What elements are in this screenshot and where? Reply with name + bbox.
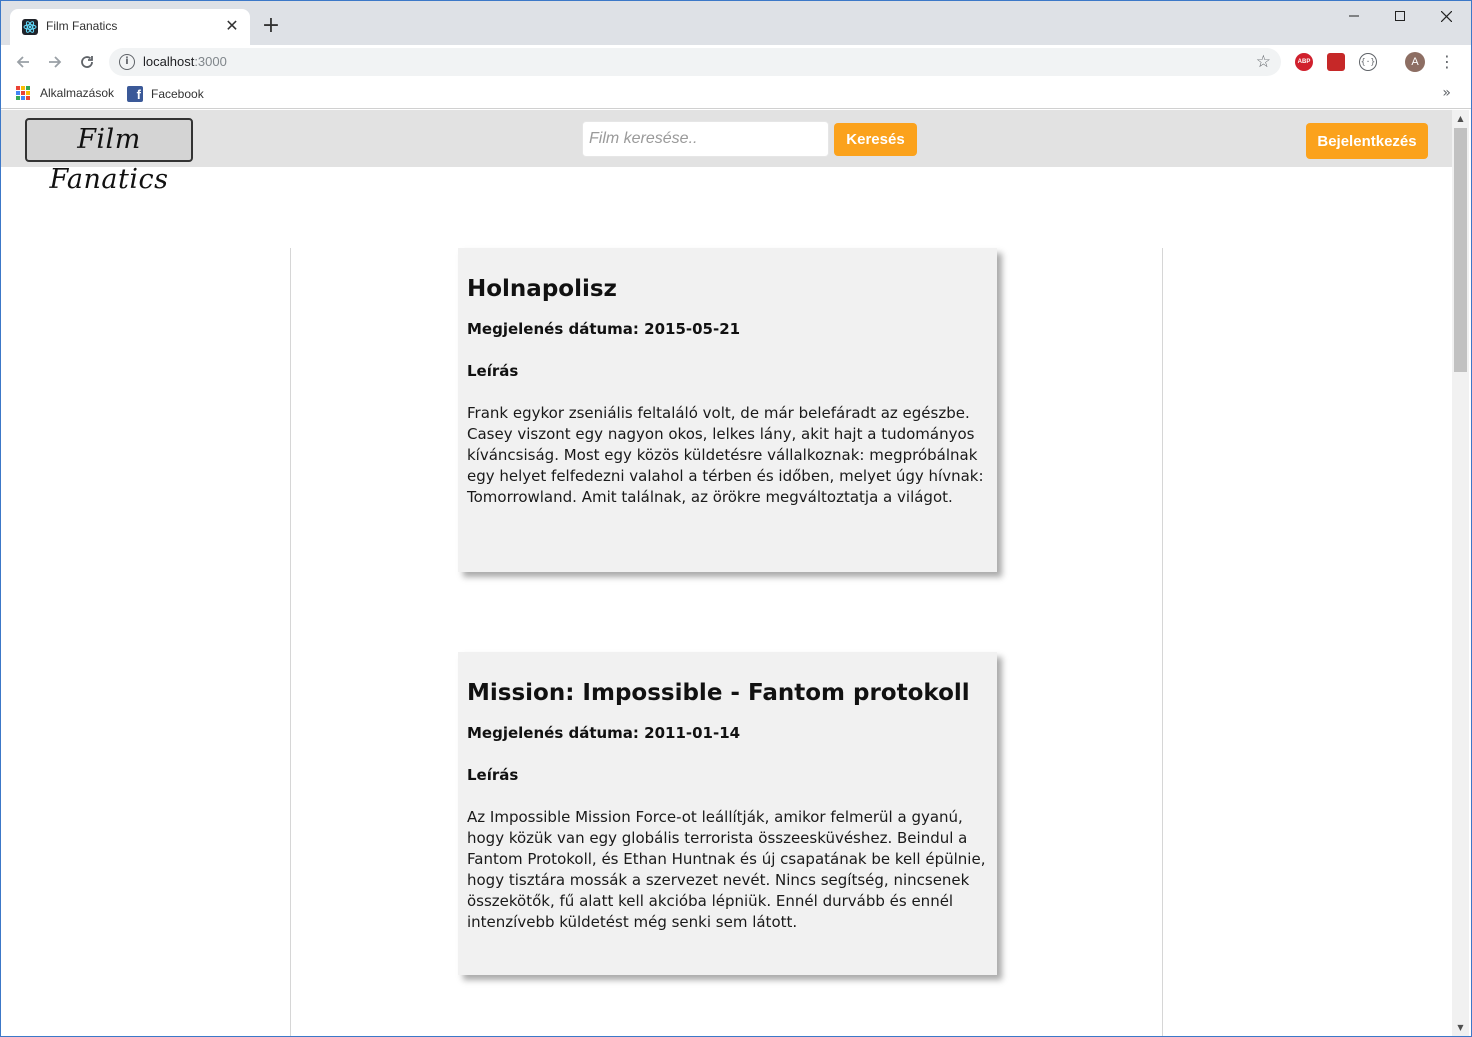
- url-host: localhost: [143, 54, 195, 69]
- bookmark-facebook[interactable]: f Facebook: [127, 86, 204, 102]
- movie-title: Mission: Impossible - Fantom protokoll: [467, 680, 970, 706]
- release-date: Megjelenés dátuma: 2011-01-14: [467, 724, 741, 742]
- back-arrow-icon[interactable]: [11, 50, 35, 74]
- extension-icon[interactable]: [1327, 53, 1345, 71]
- tab-title: Film Fanatics: [46, 19, 118, 33]
- tab-film-fanatics[interactable]: Film Fanatics ✕: [10, 9, 250, 45]
- browser-window: Film Fanatics ✕ + i localhost:3000 ☆ ABP: [0, 0, 1472, 1037]
- site-navbar: Film Fanatics Keresés Bejelentkezés: [1, 110, 1452, 195]
- movie-list: Holnapolisz Megjelenés dátuma: 2015-05-2…: [290, 248, 1163, 1036]
- bookmarks-bar: Alkalmazások f Facebook »: [1, 79, 1471, 109]
- chevron-double-right-icon[interactable]: »: [1442, 85, 1451, 101]
- maximize-icon[interactable]: [1377, 1, 1423, 31]
- browser-toolbar: i localhost:3000 ☆ ABP {·} A ⋮: [1, 45, 1471, 79]
- bookmark-facebook-label: Facebook: [151, 87, 204, 101]
- adblock-icon[interactable]: ABP: [1295, 53, 1313, 71]
- scroll-up-icon[interactable]: ▲: [1452, 110, 1469, 127]
- description-label: Leírás: [467, 362, 519, 380]
- bookmark-apps-label: Alkalmazások: [40, 86, 115, 100]
- scrollbar-thumb[interactable]: [1454, 128, 1467, 372]
- react-icon: [22, 19, 38, 35]
- avatar[interactable]: A: [1405, 52, 1425, 72]
- minimize-icon[interactable]: [1331, 1, 1377, 31]
- search-button[interactable]: Keresés: [834, 123, 917, 156]
- new-tab-icon[interactable]: +: [261, 15, 281, 37]
- url-port: :3000: [194, 54, 227, 69]
- movie-description: Az Impossible Mission Force-ot leállítjá…: [467, 808, 986, 931]
- bookmark-apps[interactable]: Alkalmazások: [16, 86, 114, 100]
- release-date: Megjelenés dátuma: 2015-05-21: [467, 320, 741, 338]
- forward-arrow-icon[interactable]: [43, 50, 67, 74]
- page-viewport: Film Fanatics Keresés Bejelentkezés Holn…: [1, 110, 1452, 1036]
- movie-title: Holnapolisz: [467, 276, 617, 302]
- code-extension-icon[interactable]: {·}: [1359, 53, 1377, 71]
- menu-dots-icon[interactable]: ⋮: [1439, 53, 1455, 71]
- info-icon[interactable]: i: [119, 54, 135, 70]
- address-bar[interactable]: i localhost:3000 ☆: [109, 48, 1281, 76]
- description-label: Leírás: [467, 766, 519, 784]
- site-logo[interactable]: Film Fanatics: [25, 118, 193, 195]
- tab-strip: Film Fanatics ✕ +: [1, 1, 1471, 45]
- bookmark-star-icon[interactable]: ☆: [1256, 52, 1271, 72]
- movie-card[interactable]: Holnapolisz Megjelenés dátuma: 2015-05-2…: [458, 248, 997, 572]
- apps-grid-icon: [16, 86, 30, 100]
- search-input[interactable]: [582, 121, 829, 157]
- reload-icon[interactable]: [75, 50, 99, 74]
- window-close-icon[interactable]: [1423, 1, 1469, 31]
- facebook-icon: f: [127, 86, 143, 102]
- vertical-scrollbar[interactable]: ▲ ▼: [1452, 110, 1469, 1036]
- movie-description: Frank egykor zseniális feltaláló volt, d…: [467, 404, 984, 506]
- url-text: localhost:3000: [143, 54, 227, 69]
- movie-card[interactable]: Mission: Impossible - Fantom protokoll M…: [458, 652, 997, 975]
- tab-close-icon[interactable]: ✕: [224, 18, 240, 34]
- login-button[interactable]: Bejelentkezés: [1306, 123, 1428, 159]
- scroll-down-icon[interactable]: ▼: [1452, 1019, 1469, 1036]
